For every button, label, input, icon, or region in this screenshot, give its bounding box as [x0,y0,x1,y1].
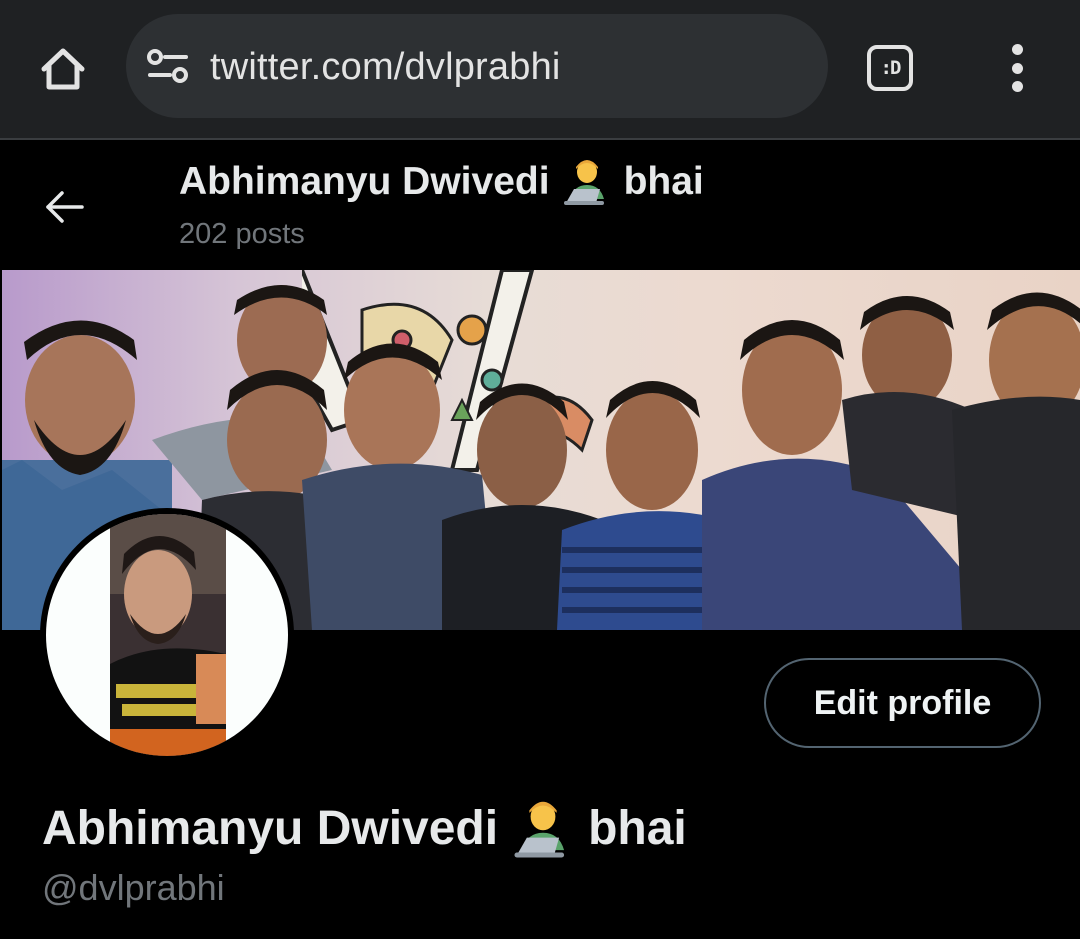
header-display-name: Abhimanyu Dwivedi bhai [179,158,704,206]
profile-display-name: Abhimanyu Dwivedi bhai [42,800,687,858]
more-vertical-icon[interactable] [994,38,1040,98]
profile-top-bar: Abhimanyu Dwivedi bhai 202 posts [0,142,1080,270]
home-icon [41,48,85,90]
avatar-photo [46,514,288,756]
edit-profile-button[interactable]: Edit profile [764,658,1041,748]
url-text[interactable]: twitter.com/dvlprabhi [210,44,561,90]
profile-avatar[interactable] [40,508,294,762]
technologist-emoji-icon [563,160,604,205]
posts-count: 202 posts [179,218,305,250]
header-name-text: Abhimanyu Dwivedi [179,160,550,203]
header-name-suffix: bhai [623,160,704,203]
back-arrow-icon [46,191,84,223]
extension-icon: :D [867,45,913,91]
profile-name-suffix: bhai [588,802,687,855]
home-button[interactable] [30,36,96,102]
extension-button[interactable]: :D [862,40,918,96]
address-bar[interactable]: twitter.com/dvlprabhi [126,14,828,118]
browser-toolbar: twitter.com/dvlprabhi :D [0,0,1080,140]
profile-handle: @dvlprabhi [42,867,225,908]
profile-name-text: Abhimanyu Dwivedi [42,802,499,855]
technologist-emoji-icon [514,801,565,858]
tune-icon[interactable] [146,44,190,88]
back-button[interactable] [36,178,94,236]
